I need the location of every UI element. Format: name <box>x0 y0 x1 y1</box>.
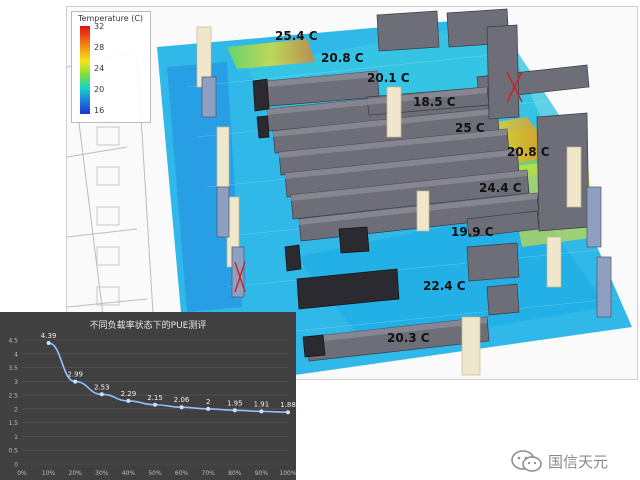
x-tick-label: 100% <box>279 470 296 477</box>
temperature-legend: Temperature (C) 32 28 24 20 16 <box>71 11 151 123</box>
data-point <box>99 392 104 397</box>
y-tick-label: 0 <box>14 462 18 469</box>
temp-label: 24.4 C <box>479 181 522 195</box>
y-tick-label: 0.5 <box>8 448 18 455</box>
data-point <box>153 402 157 407</box>
data-label: 2 <box>206 398 210 406</box>
x-tick-label: 90% <box>255 470 269 477</box>
data-label: 4.39 <box>41 332 57 340</box>
legend-color-bar <box>80 26 90 114</box>
data-label: 2.99 <box>67 371 83 379</box>
temp-label: 19.9 C <box>451 225 494 239</box>
data-point <box>232 408 237 413</box>
y-tick-label: 1 <box>14 434 18 441</box>
x-tick-label: 0% <box>17 470 27 477</box>
data-label: 1.95 <box>227 399 243 407</box>
x-tick-label: 20% <box>69 470 83 477</box>
legend-tick: 20 <box>94 85 105 94</box>
y-tick-label: 3 <box>14 379 18 386</box>
data-point <box>126 398 131 403</box>
temp-label: 18.5 C <box>413 95 456 109</box>
temp-label: 25 C <box>455 121 485 135</box>
x-tick-label: 60% <box>175 470 189 477</box>
wechat-logo-icon <box>511 450 542 472</box>
data-label: 2.15 <box>147 394 163 402</box>
data-label: 2.53 <box>94 383 110 391</box>
y-tick-label: 3.5 <box>8 365 18 372</box>
legend-tick: 16 <box>94 106 105 115</box>
data-label: 2.06 <box>174 396 190 404</box>
data-point <box>286 410 290 415</box>
temp-label: 20.3 C <box>387 331 430 345</box>
data-point <box>46 341 51 346</box>
data-point <box>259 409 264 414</box>
legend-tick: 28 <box>94 43 105 52</box>
pue-chart-panel: 不同负载率状态下的PUE测评 0 0.5 1 1.5 2 2.5 3 3.5 4 4.5 0% 10%… <box>0 312 296 480</box>
pue-line-chart: 00.511.522.533.544.50% 10% 20% 30% 40% 50% 60%… <box>8 332 296 477</box>
y-tick-label: 4.5 <box>8 338 18 345</box>
y-tick-label: 2 <box>14 406 18 413</box>
x-tick-label: 30% <box>95 470 109 477</box>
x-tick-label: 50% <box>148 470 162 477</box>
legend-tick: 24 <box>94 64 105 73</box>
x-tick-label: 70% <box>202 470 216 477</box>
y-tick-label: 4 <box>14 351 18 358</box>
x-tick-label: 40% <box>122 470 136 477</box>
temp-label: 22.4 C <box>423 279 466 293</box>
x-tick-label: 80% <box>228 470 242 477</box>
legend-tick: 32 <box>94 22 105 31</box>
data-point <box>179 405 184 410</box>
y-tick-label: 2.5 <box>8 393 18 400</box>
watermark-text: 国信天元 <box>548 453 609 471</box>
data-label: 1.88 <box>280 401 296 409</box>
temp-label: 20.8 C <box>321 51 364 65</box>
temp-label: 25.4 C <box>275 29 318 43</box>
data-point <box>73 379 78 384</box>
temp-label: 20.1 C <box>367 71 410 85</box>
data-label: 2.29 <box>121 390 137 398</box>
watermark: 国信天元 <box>508 448 638 474</box>
temp-label: 20.8 C <box>507 145 550 159</box>
legend-title: Temperature (C) <box>78 14 144 23</box>
data-label: 1.91 <box>254 400 270 408</box>
series-line <box>48 342 289 413</box>
data-point <box>206 406 211 411</box>
y-tick-label: 1.5 <box>8 420 18 427</box>
x-tick-label: 10% <box>42 470 56 477</box>
